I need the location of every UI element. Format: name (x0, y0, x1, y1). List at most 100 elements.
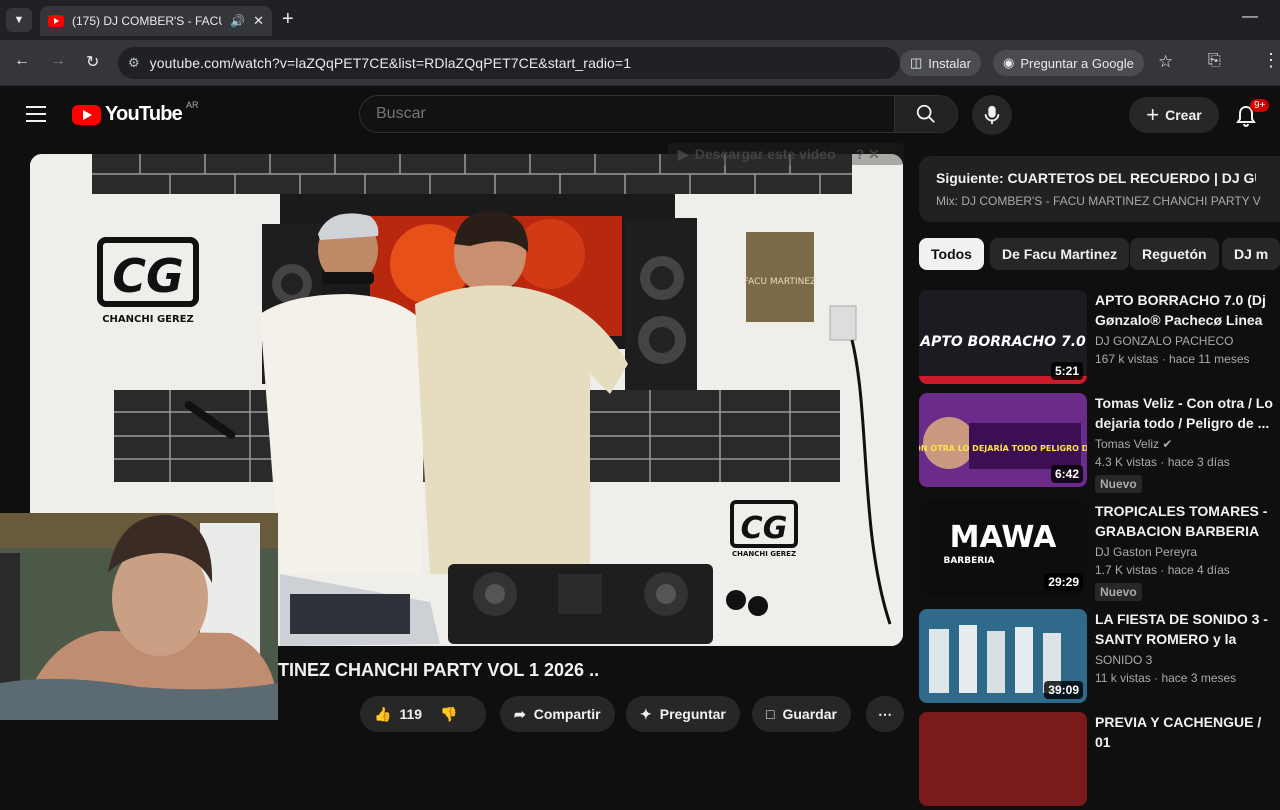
browser-toolbar: ← → ↻ ⚙ youtube.com/watch?v=laZQqPET7CE&… (0, 40, 1280, 86)
chip-regueton[interactable]: Reguetón (1130, 238, 1219, 270)
tab-search-button[interactable]: ▼ (6, 8, 32, 32)
thumbnail-text: CON OTRA LO DEJARÍA TODO PELIGRO DE EXTI… (919, 442, 1087, 453)
extensions-icon[interactable]: ⎘ (1208, 52, 1221, 70)
channel-name[interactable]: DJ Gaston Pereyra (1095, 545, 1280, 559)
save-button[interactable]: □ Guardar (752, 696, 851, 732)
logo-text: YouTube (105, 103, 183, 125)
wall-logo-text-small: CG (741, 511, 788, 546)
speaker-icon[interactable]: 🔊 (230, 14, 245, 28)
recommendation-title[interactable]: APTO BORRACHO 7.0 (Dj Gønzalo® Pachecø L… (1095, 290, 1280, 330)
chip-de-facu-martinez[interactable]: De Facu Martinez (990, 238, 1130, 270)
video-thumbnail[interactable]: CON OTRA LO DEJARÍA TODO PELIGRO DE EXTI… (919, 393, 1087, 487)
download-icon: ▶ (678, 145, 689, 162)
duration-badge: 6:42 (1050, 465, 1083, 483)
download-banner-text: Descargar este video (694, 146, 836, 162)
microphone-icon (984, 105, 1000, 125)
video-meta: 11 k vistas · hace 3 meses (1095, 671, 1237, 685)
reload-icon[interactable]: ↻ (86, 52, 99, 72)
browser-tab[interactable]: (175) DJ COMBER'S - FACU 🔊 ✕ (40, 6, 272, 36)
webcam-overlay (0, 513, 278, 720)
recommendation-item[interactable]: APTO BORRACHO 7.0 5:21 APTO BORRACHO 7.0… (919, 290, 1280, 388)
up-next-playlist: Mix: DJ COMBER'S - FACU MARTINEZ CHANCHI… (936, 194, 1261, 208)
duration-badge: 29:29 (1044, 573, 1083, 591)
chip-dj[interactable]: DJ m (1222, 238, 1280, 270)
wall-logo-caption-small: CHANCHI GEREZ (732, 550, 796, 558)
recommendation-item[interactable]: 39:09 LA FIESTA DE SONIDO 3 - SANTY ROME… (919, 609, 1280, 707)
more-actions-button[interactable]: ⋯ (866, 696, 904, 732)
search-icon (916, 104, 935, 123)
verified-icon: ✔ (1162, 437, 1173, 451)
menu-icon[interactable] (26, 106, 46, 122)
download-video-banner[interactable]: ▶ Descargar este video ? ✕ (668, 143, 904, 165)
thumbnail-text: MAWA (950, 520, 1057, 555)
site-info-icon[interactable]: ⚙ (128, 55, 140, 71)
youtube-play-icon (72, 104, 101, 125)
download-banner-controls[interactable]: ? ✕ (856, 146, 880, 163)
duration-badge: 39:09 (1044, 681, 1083, 699)
youtube-header: YouTube AR + Crear 9+ (0, 86, 1280, 142)
plus-icon: + (1146, 102, 1160, 127)
browser-menu-icon[interactable]: ⋮ (1262, 50, 1280, 71)
bookmark-star-icon[interactable]: ☆ (1158, 52, 1173, 72)
create-button[interactable]: + Crear (1129, 97, 1219, 133)
country-code: AR (185, 99, 199, 110)
video-meta: 1.7 K vistas · hace 4 días (1095, 563, 1230, 577)
share-button[interactable]: ➦ Compartir (500, 696, 615, 732)
channel-name[interactable]: Tomas Veliz ✔ (1095, 437, 1280, 451)
wall-logo-caption: CHANCHI GEREZ (102, 314, 194, 325)
search-input[interactable] (359, 95, 895, 133)
up-next-panel[interactable]: Siguiente: CUARTETOS DEL RECUERDO | DJ G… (919, 156, 1280, 222)
install-icon: ◫ (910, 55, 923, 70)
recommendation-item[interactable]: MAWA BARBERIA 29:29 TROPICALES TOMARES -… (919, 501, 1280, 601)
back-arrow-icon[interactable]: ← (14, 52, 30, 70)
filter-chips: Todos De Facu Martinez Reguetón DJ m (919, 238, 1280, 272)
forward-arrow-icon[interactable]: → (50, 52, 66, 70)
wall-logo-text: CG (112, 249, 184, 303)
video-actions: 👍 119 👎 ➦ Compartir ✦ Preguntar □ Guarda… (0, 696, 910, 732)
youtube-favicon-icon (48, 15, 64, 27)
search-button[interactable] (894, 95, 958, 133)
video-thumbnail[interactable]: APTO BORRACHO 7.0 5:21 (919, 290, 1087, 384)
lens-icon: ◉ (1003, 55, 1015, 70)
new-badge: Nuevo (1095, 583, 1142, 601)
url-text: youtube.com/watch?v=laZQqPET7CE&list=RDl… (149, 55, 632, 71)
thumbnail-text: APTO BORRACHO 7.0 (919, 334, 1086, 350)
recommendation-item[interactable]: PREVIA Y CACHENGUE / 01 (919, 712, 1280, 810)
video-thumbnail[interactable]: 39:09 (919, 609, 1087, 703)
recommendation-title[interactable]: LA FIESTA DE SONIDO 3 - SANTY ROMERO y l… (1095, 609, 1280, 649)
minimize-window-button[interactable]: — (1242, 8, 1258, 26)
thumbnail-subtext: BARBERIA (943, 556, 994, 566)
recommendation-title[interactable]: PREVIA Y CACHENGUE / 01 (1095, 712, 1280, 752)
ask-google-label: Preguntar a Google (1020, 55, 1134, 71)
new-tab-button[interactable]: + (282, 8, 294, 30)
youtube-logo[interactable]: YouTube AR (72, 99, 199, 126)
recommendation-title[interactable]: TROPICALES TOMARES - GRABACION BARBERIA … (1095, 501, 1280, 541)
address-bar[interactable]: ⚙ youtube.com/watch?v=laZQqPET7CE&list=R… (118, 47, 900, 79)
notification-badge: 9+ (1250, 99, 1270, 112)
ask-button[interactable]: ✦ Preguntar (626, 696, 740, 732)
video-thumbnail[interactable]: MAWA BARBERIA 29:29 (919, 501, 1087, 595)
wall-logo-right: CG CHANCHI GEREZ (730, 500, 798, 558)
voice-search-button[interactable] (972, 95, 1012, 135)
channel-name[interactable]: SONIDO 3 (1095, 653, 1280, 667)
chip-todos[interactable]: Todos (919, 238, 984, 270)
video-thumbnail[interactable] (919, 712, 1087, 806)
install-app-button[interactable]: ◫ Instalar (900, 50, 981, 76)
install-label: Instalar (928, 55, 971, 71)
like-button[interactable]: 👍 119 👎 (360, 696, 486, 732)
new-badge: Nuevo (1095, 475, 1142, 493)
channel-name[interactable]: DJ GONZALO PACHECO (1095, 334, 1280, 348)
browser-tab-bar: ▼ (175) DJ COMBER'S - FACU 🔊 ✕ + — (0, 0, 1280, 40)
close-tab-icon[interactable]: ✕ (253, 13, 264, 29)
poster-text: FACU MARTINEZ (744, 277, 816, 287)
duration-badge: 5:21 (1050, 362, 1083, 380)
tab-title: (175) DJ COMBER'S - FACU (72, 14, 223, 28)
ask-google-button[interactable]: ◉ Preguntar a Google (993, 50, 1144, 76)
up-next-title: Siguiente: CUARTETOS DEL RECUERDO | DJ G… (936, 170, 1256, 186)
recommendation-title[interactable]: Tomas Veliz - Con otra / Lo dejaria todo… (1095, 393, 1280, 433)
create-label: Crear (1165, 107, 1202, 123)
video-meta: 167 k vistas · hace 11 meses (1095, 352, 1250, 366)
webcam-feed (0, 513, 278, 720)
video-title: TINEZ CHANCHI PARTY VOL 1 2026 .. (278, 660, 600, 680)
recommendation-item[interactable]: CON OTRA LO DEJARÍA TODO PELIGRO DE EXTI… (919, 393, 1280, 493)
